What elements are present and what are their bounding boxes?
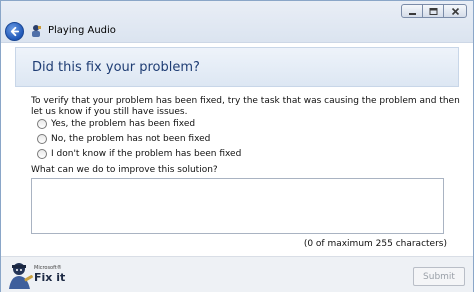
option-label: No, the problem has not been fixed (51, 134, 211, 144)
option-label: I don't know if the problem has been fix… (51, 149, 242, 159)
title-bar: Playing Audio (1, 1, 473, 43)
submit-button[interactable]: Submit (413, 267, 465, 286)
improve-label: What can we do to improve this solution? (31, 165, 218, 175)
instructions-text: To verify that your problem has been fix… (31, 96, 460, 117)
character-counter: (0 of maximum 255 characters) (303, 239, 447, 249)
fixit-logo-icon (9, 263, 33, 289)
minimize-button[interactable] (401, 4, 423, 18)
option-label: Yes, the problem has been fixed (51, 119, 196, 129)
radio-button[interactable] (37, 149, 47, 159)
minimize-icon (408, 12, 416, 15)
option-yes[interactable]: Yes, the problem has been fixed (37, 119, 195, 129)
caption-buttons (401, 4, 467, 18)
option-dont-know[interactable]: I don't know if the problem has been fix… (37, 149, 241, 159)
maximize-icon (429, 7, 437, 15)
fixit-window: Playing Audio Did this fix your problem?… (0, 0, 474, 292)
close-button[interactable] (443, 4, 467, 18)
fixit-app-icon (32, 25, 41, 37)
maximize-button[interactable] (422, 4, 444, 18)
window-title: Playing Audio (48, 25, 116, 36)
back-button[interactable] (5, 22, 24, 41)
page-heading: Did this fix your problem? (32, 60, 200, 75)
brand-fixit: Fix it (34, 271, 66, 284)
heading-band: Did this fix your problem? (15, 47, 459, 87)
footer: Microsoft® Fix it Submit (1, 256, 473, 292)
improve-textarea[interactable] (31, 178, 444, 234)
back-arrow-icon (10, 26, 20, 37)
radio-button[interactable] (37, 119, 47, 129)
close-icon (451, 7, 459, 15)
radio-button[interactable] (37, 134, 47, 144)
option-no[interactable]: No, the problem has not been fixed (37, 134, 210, 144)
